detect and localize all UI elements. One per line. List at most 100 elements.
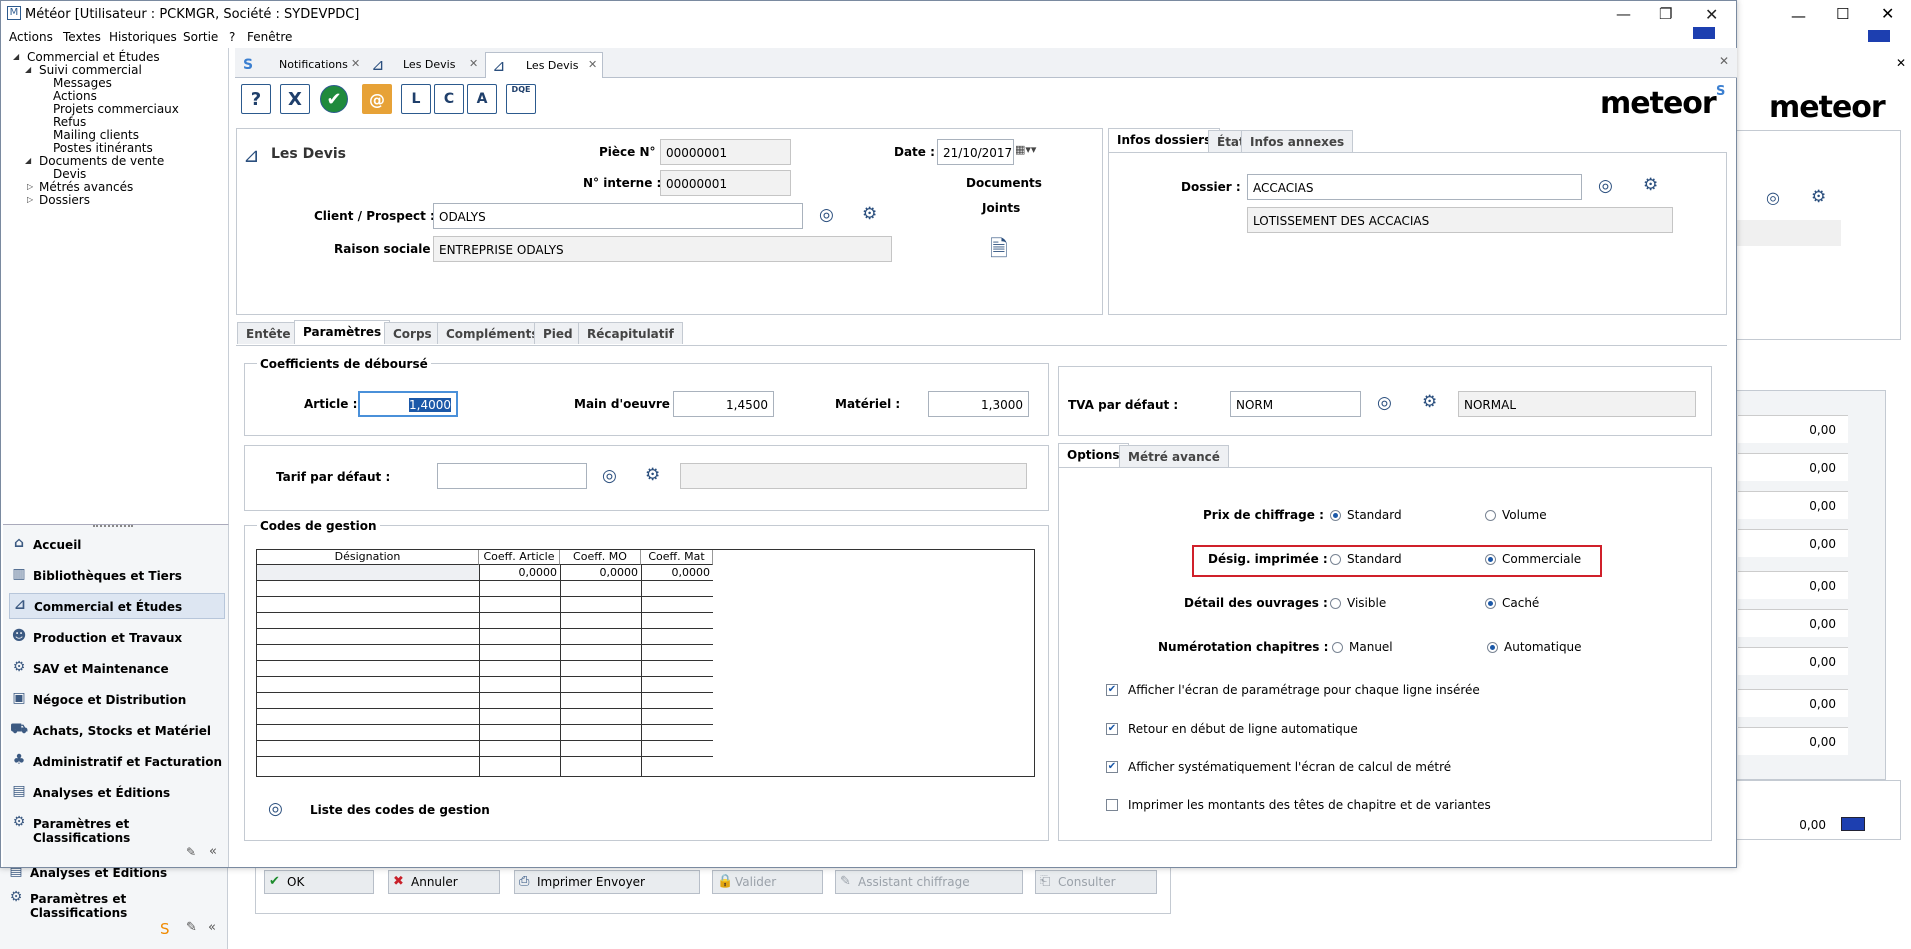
close-tab-icon[interactable]: ✕ <box>588 58 597 71</box>
check-retour[interactable]: ✔ <box>1106 723 1118 735</box>
tree-leaf[interactable]: Mailing clients <box>53 128 139 142</box>
check-parametrage[interactable]: ✔ <box>1106 684 1118 696</box>
tree-leaf[interactable]: Projets commerciaux <box>53 102 179 116</box>
detail-visible-label[interactable]: Visible <box>1347 596 1386 610</box>
collapse-icon[interactable]: « <box>209 844 217 859</box>
dossier-field[interactable]: ACCACIAS <box>1247 174 1582 200</box>
expand-icon[interactable]: ◢ <box>13 52 19 61</box>
check-montants-label[interactable]: Imprimer les montants des têtes de chapi… <box>1128 798 1491 812</box>
pin-icon[interactable]: ✎ <box>186 920 197 935</box>
check-retour-label[interactable]: Retour en début de ligne automatique <box>1128 722 1358 736</box>
gear-icon[interactable]: ⚙ <box>1422 392 1437 412</box>
nav-administratif[interactable]: ♣ Administratif et Facturation <box>9 749 225 775</box>
check-metre[interactable]: ✔ <box>1106 761 1118 773</box>
tree-node-commercial[interactable]: Commercial et Études <box>27 50 160 64</box>
materiel-coeff-field[interactable]: 1,3000 <box>928 391 1029 417</box>
mo-coeff-field[interactable]: 1,4500 <box>673 391 774 417</box>
consulter-button[interactable]: ⎗ Consulter <box>1035 870 1157 894</box>
document-file-icon[interactable]: 🗎 <box>990 232 1008 270</box>
tab-recapitulatif[interactable]: Récapitulatif <box>578 322 683 344</box>
numero-manuel-radio[interactable] <box>1332 642 1343 653</box>
check-montants[interactable] <box>1106 799 1118 811</box>
client-field[interactable]: ODALYS <box>433 203 803 229</box>
nav-parametres[interactable]: ⚙ Paramètres et Classifications <box>9 811 225 845</box>
tab-corps[interactable]: Corps <box>384 322 441 344</box>
nav-negoce[interactable]: ▣ Négoce et Distribution <box>9 687 225 713</box>
collapsed-icon[interactable]: ▷ <box>27 195 33 204</box>
add-line-c-button[interactable]: C <box>434 84 464 114</box>
numero-auto-label[interactable]: Automatique <box>1504 640 1582 654</box>
search-icon[interactable]: ◎ <box>819 205 834 225</box>
codes-grid[interactable]: Désignation Coeff. Article Coeff. MO Coe… <box>256 549 1035 777</box>
add-line-l-button[interactable]: L <box>401 84 431 114</box>
close-document-icon[interactable]: ✕ <box>1719 54 1729 68</box>
calendar-dropdown-icon[interactable]: ▦▾▾ <box>1015 143 1036 156</box>
tab-metre-avance[interactable]: Métré avancé <box>1119 445 1229 467</box>
close-icon[interactable]: ✕ <box>1705 5 1718 24</box>
tree-node-documents[interactable]: Documents de vente <box>39 154 164 168</box>
menu-textes[interactable]: Textes <box>63 30 101 44</box>
meteor-sync-icon[interactable]: S <box>160 920 170 938</box>
numero-manuel-label[interactable]: Manuel <box>1349 640 1393 654</box>
selected-row-cell[interactable] <box>257 565 479 580</box>
nav-under-parametres[interactable]: ⚙ Paramètres et Classifications <box>6 886 222 920</box>
tree-node-metres[interactable]: Métrés avancés <box>39 180 133 194</box>
tree-leaf[interactable]: Refus <box>53 115 86 129</box>
gear-icon[interactable]: ⚙ <box>645 465 660 485</box>
column-header-designation[interactable]: Désignation <box>257 550 479 565</box>
grid-cell[interactable]: 0,0000 <box>560 566 639 579</box>
tree-leaf[interactable]: Messages <box>53 76 112 90</box>
gear-icon[interactable]: ⚙ <box>862 204 877 224</box>
tab-notifications[interactable]: S Notifications ✕ <box>239 52 360 78</box>
search-icon[interactable]: ◎ <box>1598 176 1613 196</box>
menu-help[interactable]: ? <box>229 30 235 44</box>
column-header-coeff-mo[interactable]: Coeff. MO <box>560 550 641 565</box>
check-metre-label[interactable]: Afficher systématiquement l'écran de cal… <box>1128 760 1451 774</box>
imprimer-envoyer-button[interactable]: ⎙ Imprimer Envoyer <box>514 870 700 894</box>
collapsed-icon[interactable]: ▷ <box>27 182 33 191</box>
dqe-button[interactable]: DQE <box>506 84 536 114</box>
raison-field[interactable]: ENTREPRISE ODALYS <box>433 236 892 262</box>
ok-button[interactable]: ✔ OK <box>264 870 374 894</box>
tab-entete[interactable]: Entête <box>237 322 300 344</box>
menu-sortie[interactable]: Sortie <box>183 30 218 44</box>
splitter-handle[interactable] <box>93 525 133 529</box>
validate-button[interactable]: ✔ <box>320 85 348 113</box>
nav-accueil[interactable]: ⌂ Accueil <box>9 532 225 558</box>
check-parametrage-label[interactable]: Afficher l'écran de paramétrage pour cha… <box>1128 683 1480 697</box>
nav-achats[interactable]: ⛟ Achats, Stocks et Matériel <box>9 718 225 744</box>
interne-field[interactable]: 00000001 <box>660 170 791 196</box>
menu-historiques[interactable]: Historiques <box>109 30 177 44</box>
bg-search-icon[interactable]: ◎ <box>1766 188 1780 207</box>
restore-icon[interactable]: ❐ <box>1659 5 1672 23</box>
search-icon[interactable]: ◎ <box>602 466 617 486</box>
tree-leaf[interactable]: Postes itinérants <box>53 141 153 155</box>
tree-node-suivi[interactable]: Suivi commercial <box>39 63 142 77</box>
assistant-chiffrage-button[interactable]: ✎ Assistant chiffrage <box>835 870 1023 894</box>
tab-options[interactable]: Options <box>1058 443 1129 467</box>
minimize-icon[interactable]: — <box>1791 7 1806 25</box>
piece-field[interactable]: 00000001 <box>660 139 791 165</box>
prix-standard-radio[interactable] <box>1330 510 1341 521</box>
tab-pied[interactable]: Pied <box>534 322 582 344</box>
search-icon[interactable]: ◎ <box>268 799 283 819</box>
nav-sav[interactable]: ⚙ SAV et Maintenance <box>9 656 225 682</box>
nav-bibliotheques[interactable]: ▥ Bibliothèques et Tiers <box>9 563 225 589</box>
prix-volume-label[interactable]: Volume <box>1502 508 1547 522</box>
tree-node-dossiers[interactable]: Dossiers <box>39 193 90 207</box>
expand-icon[interactable]: ◢ <box>25 65 31 74</box>
search-icon[interactable]: ◎ <box>1377 393 1392 413</box>
detail-visible-radio[interactable] <box>1330 598 1341 609</box>
tva-code-field[interactable]: NORM <box>1230 391 1361 417</box>
help-button[interactable]: ? <box>241 84 271 114</box>
column-header-coeff-article[interactable]: Coeff. Article <box>479 550 560 565</box>
detail-cache-label[interactable]: Caché <box>1502 596 1539 610</box>
cancel-button[interactable]: X <box>280 84 310 114</box>
annuler-button[interactable]: ✖ Annuler <box>388 870 500 894</box>
collapse-icon[interactable]: « <box>208 920 216 935</box>
codes-list-link[interactable]: Liste des codes de gestion <box>310 803 490 817</box>
close-tab-icon[interactable]: ✕ <box>351 57 360 70</box>
menu-actions[interactable]: Actions <box>9 30 53 44</box>
bg-gear-icon[interactable]: ⚙ <box>1811 187 1826 207</box>
tab-devis-1[interactable]: ⊿ Les Devis ✕ <box>367 52 485 78</box>
